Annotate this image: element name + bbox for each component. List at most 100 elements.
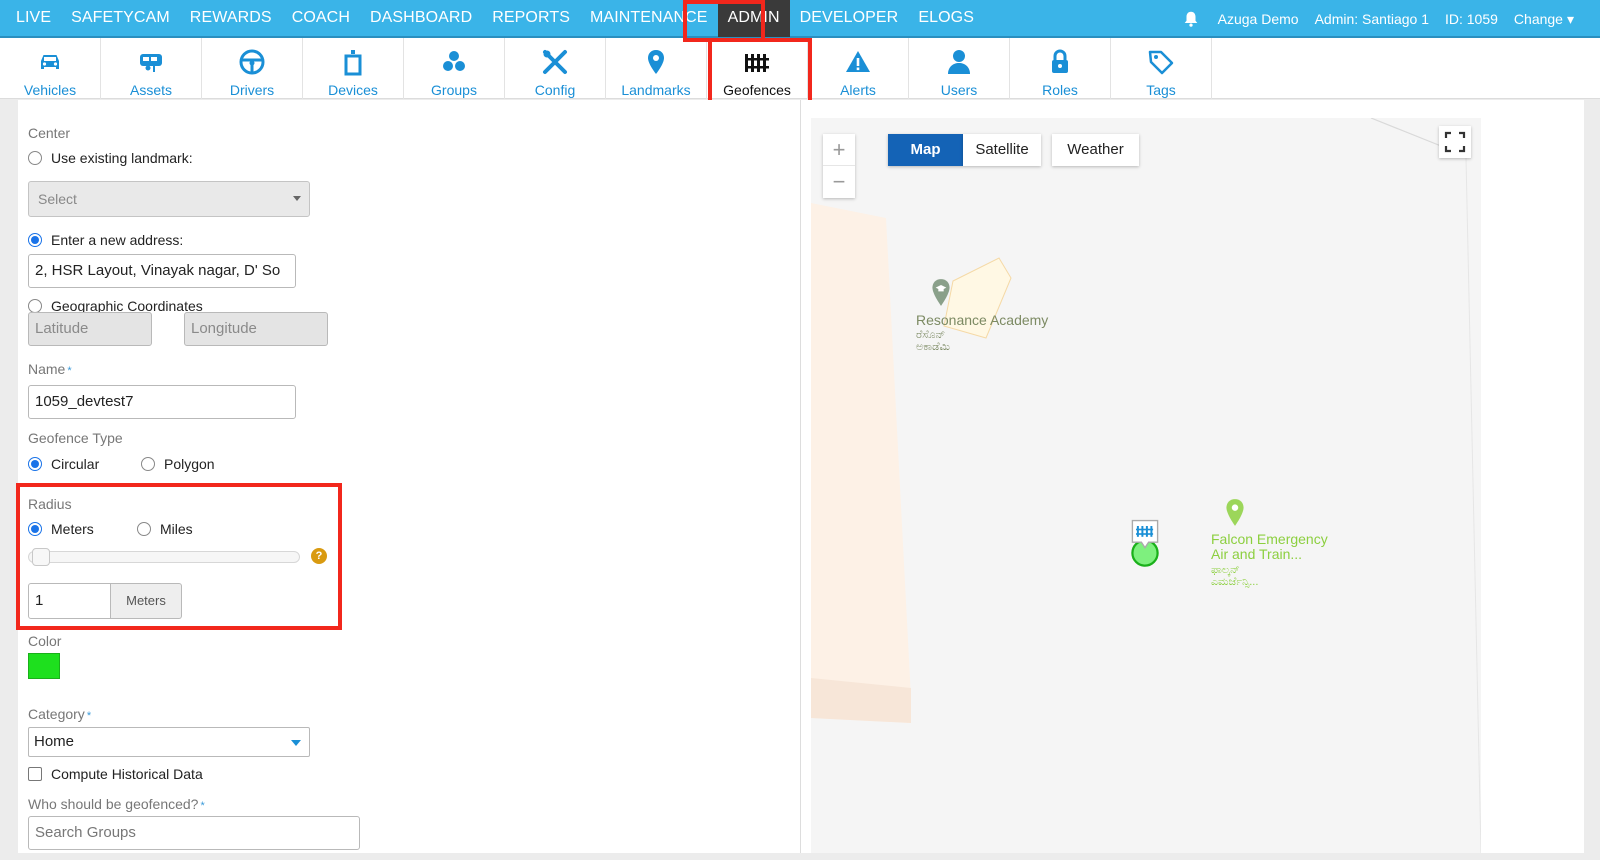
type-circular-radio[interactable]: [28, 457, 42, 471]
zoom-out-button[interactable]: −: [823, 166, 855, 198]
map-type-map-button[interactable]: Map: [888, 134, 963, 166]
nav-live[interactable]: LIVE: [6, 0, 61, 37]
tab-label: Assets: [129, 82, 172, 98]
unit-meters-radio[interactable]: [28, 522, 42, 536]
tab-assets[interactable]: Assets: [101, 38, 202, 99]
chevron-down-icon: ▾: [1566, 10, 1574, 27]
longitude-input[interactable]: Longitude: [184, 312, 328, 346]
name-label: Name *: [28, 361, 72, 377]
unit-miles-radio[interactable]: [137, 522, 151, 536]
unit-miles-option[interactable]: Miles: [137, 521, 193, 537]
tab-label: Landmarks: [621, 82, 691, 98]
zoom-control: + −: [823, 134, 855, 198]
bell-icon[interactable]: [1182, 10, 1200, 28]
trailer-icon: [140, 54, 162, 72]
category-label: Category *: [28, 706, 91, 722]
school-pin-icon[interactable]: [930, 278, 952, 308]
car-icon: [41, 55, 59, 69]
help-icon[interactable]: ?: [311, 548, 327, 564]
use-existing-landmark-label: Use existing landmark:: [51, 150, 193, 166]
change-label: Change: [1513, 10, 1563, 27]
nav-dashboard[interactable]: DASHBOARD: [360, 0, 482, 37]
nav-reports[interactable]: REPORTS: [482, 0, 580, 37]
type-polygon-label: Polygon: [164, 456, 215, 472]
nav-maintenance[interactable]: MAINTENANCE: [580, 0, 718, 37]
radius-unit-button[interactable]: Meters: [111, 583, 182, 619]
color-swatch[interactable]: [28, 653, 60, 679]
place-pin-icon[interactable]: [1224, 498, 1246, 528]
place-label: Resonance Academy: [916, 312, 1049, 328]
top-nav-items: LIVE SAFETYCAM REWARDS COACH DASHBOARD R…: [0, 0, 984, 37]
radius-slider[interactable]: [28, 551, 300, 563]
place-label-line1: Falcon Emergency: [1211, 531, 1328, 547]
nav-elogs[interactable]: ELOGS: [908, 0, 984, 37]
radius-slider-handle[interactable]: [32, 548, 50, 566]
nav-rewards[interactable]: REWARDS: [180, 0, 282, 37]
pin-icon: [648, 50, 664, 74]
enter-address-label: Enter a new address:: [51, 232, 184, 248]
geo-coordinates-radio[interactable]: [28, 299, 42, 313]
name-label-text: Name: [28, 361, 66, 377]
map-canvas[interactable]: + − Map Satellite Weather Resonance Acad…: [811, 118, 1481, 853]
tab-drivers[interactable]: Drivers: [202, 38, 303, 99]
nav-coach[interactable]: COACH: [282, 0, 360, 37]
tab-users[interactable]: Users: [909, 38, 1010, 99]
nav-developer[interactable]: DEVELOPER: [790, 0, 909, 37]
fence-icon: [745, 54, 769, 72]
enter-address-option[interactable]: Enter a new address:: [28, 232, 183, 248]
fullscreen-icon: [1444, 131, 1466, 153]
address-input[interactable]: 2, HSR Layout, Vinayak nagar, D' So: [28, 254, 296, 288]
compute-historical-option[interactable]: Compute Historical Data: [28, 766, 203, 782]
radius-input[interactable]: 1: [28, 583, 111, 619]
user-icon: [948, 50, 970, 74]
groups-icon: [443, 51, 465, 71]
change-account-dropdown[interactable]: Change ▾: [1514, 11, 1574, 28]
unit-meters-label: Meters: [51, 521, 94, 537]
top-navigation-bar: LIVE SAFETYCAM REWARDS COACH DASHBOARD R…: [0, 0, 1600, 38]
tab-landmarks[interactable]: Landmarks: [606, 38, 707, 99]
who-geofenced-label-text: Who should be geofenced?: [28, 796, 199, 812]
map-type-satellite-button[interactable]: Satellite: [963, 134, 1041, 166]
tab-roles[interactable]: Roles: [1010, 38, 1111, 99]
tab-label: Geofences: [723, 82, 791, 98]
tab-label: Config: [534, 82, 576, 98]
tab-vehicles[interactable]: Vehicles: [0, 38, 101, 99]
tab-label: Vehicles: [23, 82, 77, 98]
latitude-input[interactable]: Latitude: [28, 312, 152, 346]
type-polygon-radio[interactable]: [141, 457, 155, 471]
tab-label: Alerts: [840, 82, 876, 98]
tab-groups[interactable]: Groups: [404, 38, 505, 99]
landmark-select[interactable]: Select: [28, 181, 310, 217]
tab-devices[interactable]: Devices: [303, 38, 404, 99]
landmark-select-value: Select: [38, 191, 77, 207]
tab-tags[interactable]: Tags: [1111, 38, 1212, 99]
compute-historical-checkbox[interactable]: [28, 767, 42, 781]
tab-config[interactable]: Config: [505, 38, 606, 99]
use-existing-landmark-radio[interactable]: [28, 151, 42, 165]
geofence-marker-icon[interactable]: [1127, 518, 1163, 570]
tab-label: Groups: [431, 82, 477, 98]
zoom-in-button[interactable]: +: [823, 134, 855, 166]
required-mark: *: [86, 710, 92, 722]
tab-alerts[interactable]: Alerts: [808, 38, 909, 99]
tab-geofences[interactable]: Geofences: [707, 38, 808, 99]
user-name: Admin: Santiago 1: [1314, 11, 1429, 27]
use-existing-landmark-option[interactable]: Use existing landmark:: [28, 150, 193, 166]
unit-meters-option[interactable]: Meters: [28, 521, 94, 537]
type-polygon-option[interactable]: Polygon: [141, 456, 215, 472]
color-label: Color: [28, 633, 62, 649]
admin-subnav: Vehicles Assets Drivers Devices Groups C…: [0, 38, 1600, 99]
tag-icon: [1148, 50, 1174, 75]
type-circular-option[interactable]: Circular: [28, 456, 99, 472]
nav-safetycam[interactable]: SAFETYCAM: [61, 0, 180, 37]
fullscreen-button[interactable]: [1439, 126, 1471, 158]
category-select[interactable]: Home: [28, 727, 310, 757]
dropdown-arrow-icon: [293, 196, 301, 201]
search-groups-input[interactable]: Search Groups: [28, 816, 360, 850]
nav-admin[interactable]: ADMIN: [717, 0, 790, 37]
tab-label: Devices: [328, 82, 378, 98]
name-input[interactable]: 1059_devtest7: [28, 385, 296, 419]
enter-address-radio[interactable]: [28, 233, 42, 247]
weather-button[interactable]: Weather: [1052, 134, 1139, 166]
account-id: ID: 1059: [1444, 11, 1498, 27]
